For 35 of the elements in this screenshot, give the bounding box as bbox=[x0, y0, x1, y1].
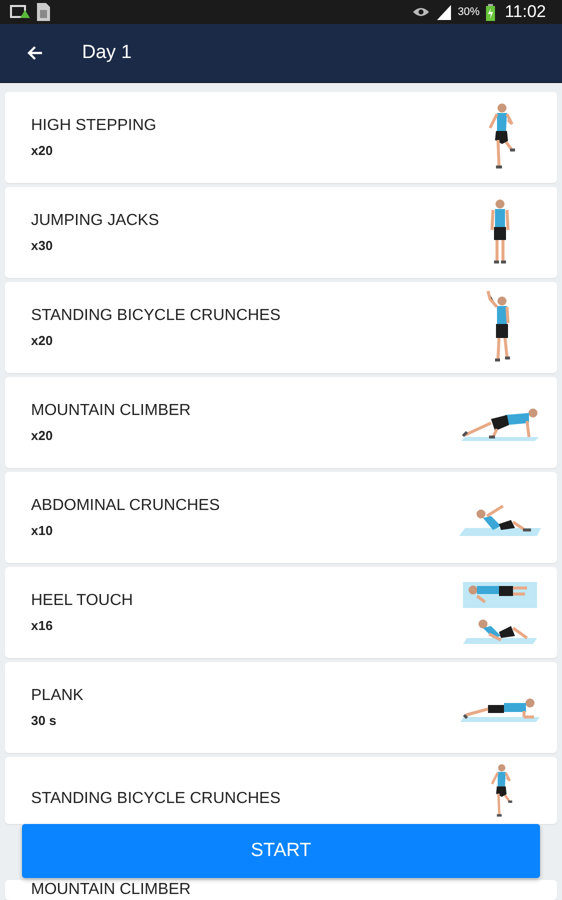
back-arrow-icon bbox=[26, 45, 43, 61]
exercise-card[interactable]: HIGH STEPPING x20 bbox=[5, 92, 557, 183]
exercise-name: JUMPING JACKS bbox=[31, 212, 160, 230]
start-button[interactable]: START bbox=[22, 824, 540, 878]
exercise-card[interactable]: JUMPING JACKS x30 bbox=[5, 187, 557, 278]
exercise-name: STANDING BICYCLE CRUNCHES bbox=[31, 790, 282, 808]
exercise-name: PLANK bbox=[31, 687, 84, 705]
exercise-reps: x10 bbox=[31, 523, 54, 538]
exercise-card[interactable]: STANDING BICYCLE CRUNCHES bbox=[5, 757, 557, 824]
eye-icon bbox=[412, 6, 430, 18]
clock-time: 11:02 bbox=[504, 2, 546, 22]
battery-icon bbox=[486, 4, 495, 20]
sd-card-icon bbox=[36, 2, 51, 22]
exercise-reps: x30 bbox=[31, 238, 54, 253]
exercise-card[interactable]: ABDOMINAL CRUNCHES x10 bbox=[5, 472, 557, 563]
exercise-reps: x20 bbox=[31, 333, 54, 348]
exercise-card[interactable]: MOUNTAIN CLIMBER x20 bbox=[5, 377, 557, 468]
exercise-name: MOUNTAIN CLIMBER bbox=[31, 402, 192, 420]
exercise-card[interactable]: MOUNTAIN CLIMBER bbox=[5, 880, 557, 900]
exercise-name: HIGH STEPPING bbox=[31, 117, 158, 135]
exercise-reps: x20 bbox=[31, 428, 54, 443]
exercise-name: ABDOMINAL CRUNCHES bbox=[31, 497, 221, 515]
battery-percent: 30% bbox=[458, 6, 480, 18]
exercise-card[interactable]: PLANK 30 s bbox=[5, 662, 557, 753]
exercise-card[interactable]: STANDING BICYCLE CRUNCHES x20 bbox=[5, 282, 557, 373]
signal-icon bbox=[436, 4, 452, 20]
exercise-card[interactable]: HEEL TOUCH x16 bbox=[5, 567, 557, 658]
exercise-name: HEEL TOUCH bbox=[31, 592, 134, 610]
exercise-reps: 30 s bbox=[31, 713, 58, 728]
exercise-name: STANDING BICYCLE CRUNCHES bbox=[31, 307, 282, 325]
screen-title: Day 1 bbox=[82, 42, 132, 64]
exercise-name: MOUNTAIN CLIMBER bbox=[31, 881, 192, 899]
exercise-reps: x16 bbox=[31, 618, 54, 633]
exercise-reps: x20 bbox=[31, 143, 54, 158]
screen-share-icon bbox=[10, 4, 30, 20]
